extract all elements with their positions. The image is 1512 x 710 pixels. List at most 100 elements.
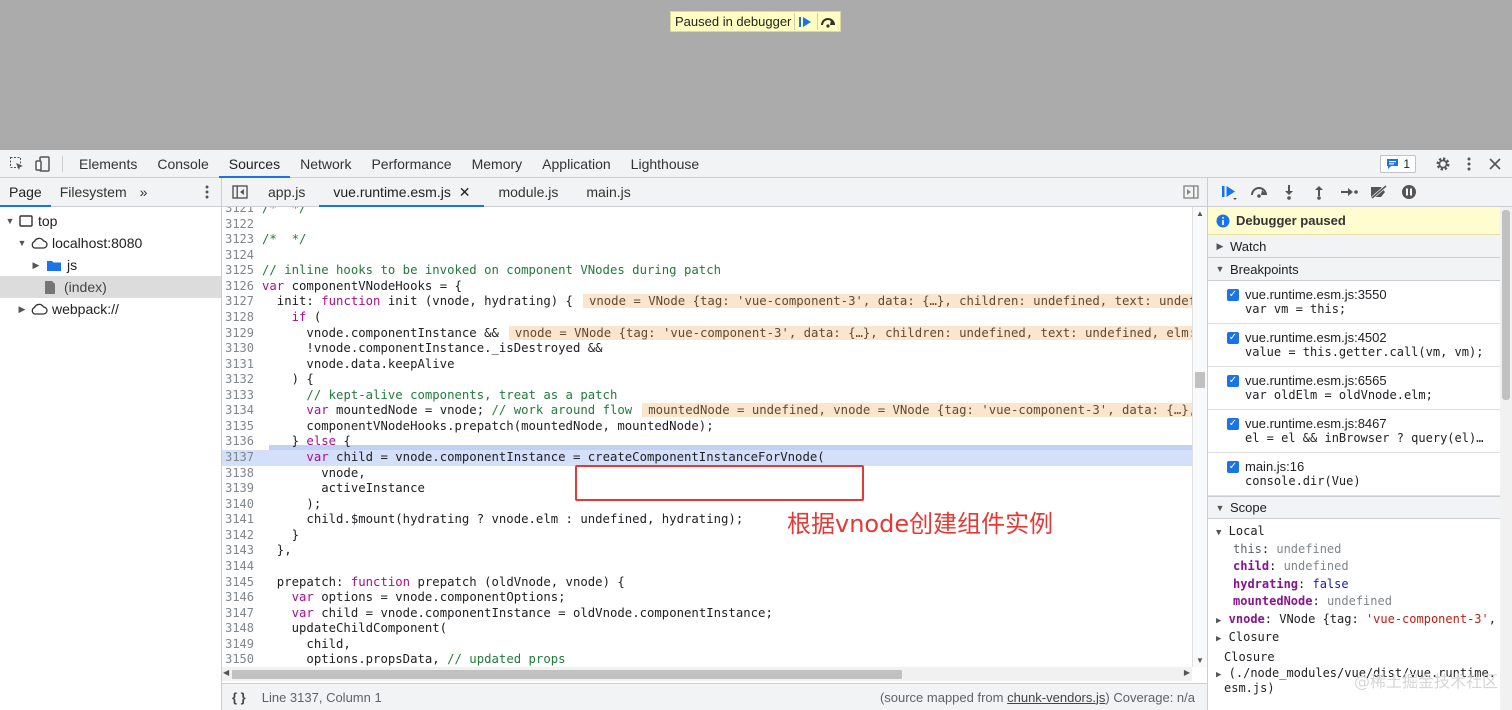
line-number[interactable]: 3142 (222, 528, 262, 544)
scope-closure[interactable]: ▶ Closure (1216, 629, 1512, 647)
step-over-icon[interactable] (1244, 178, 1274, 207)
scope-variable[interactable]: child: undefined (1216, 558, 1512, 576)
breakpoint-item[interactable]: ✓ vue.runtime.esm.js:4502 value = this.get… (1208, 324, 1512, 367)
issues-counter-button[interactable]: 1 (1380, 155, 1416, 173)
step-out-icon[interactable] (1304, 178, 1334, 207)
device-toolbar-icon[interactable] (30, 150, 56, 178)
line-number[interactable]: 3123 (222, 232, 262, 248)
line-number[interactable]: 3140 (222, 497, 262, 513)
scope-vnode[interactable]: ▶ vnode: VNode {tag: 'vue-component-3', (1216, 611, 1512, 629)
file-tab-main-js[interactable]: main.js (572, 178, 644, 207)
more-tabs-button[interactable]: » (136, 178, 152, 207)
scroll-thumb[interactable] (1195, 372, 1205, 388)
step-icon[interactable] (1334, 178, 1364, 207)
line-number[interactable]: 3145 (222, 575, 262, 591)
scope-closure-path[interactable]: Closure (1216, 649, 1512, 667)
tab-page[interactable]: Page (0, 178, 51, 207)
breakpoint-item[interactable]: ✓ vue.runtime.esm.js:8467 el = el && inBro… (1208, 410, 1512, 453)
line-number[interactable]: 3133 (222, 388, 262, 404)
tab-lighthouse[interactable]: Lighthouse (621, 150, 710, 178)
tab-filesystem[interactable]: Filesystem (51, 178, 136, 207)
scroll-down-icon[interactable]: ▼ (1196, 656, 1204, 665)
scope-variable[interactable]: this: undefined (1216, 541, 1512, 559)
line-number[interactable]: 3124 (222, 248, 262, 264)
tree-item-localhost[interactable]: ▼ localhost:8080 (0, 232, 221, 254)
toggle-debugger-icon[interactable] (1183, 185, 1199, 199)
more-options-icon[interactable] (1456, 150, 1482, 178)
tab-console[interactable]: Console (147, 150, 218, 178)
step-over-icon[interactable] (817, 13, 837, 30)
line-number[interactable]: 3125 (222, 263, 262, 279)
line-number[interactable]: 3135 (222, 419, 262, 435)
scroll-right-icon[interactable]: ▶ (1184, 668, 1190, 677)
line-number[interactable]: 3137 (222, 450, 262, 466)
scope-local[interactable]: ▼ Local (1216, 523, 1512, 541)
tree-item-top[interactable]: ▼ top (0, 210, 221, 232)
watch-section-header[interactable]: ▶ Watch (1208, 235, 1512, 258)
breakpoint-checkbox[interactable]: ✓ (1227, 332, 1239, 344)
scroll-thumb[interactable] (232, 670, 902, 679)
line-number[interactable]: 3139 (222, 481, 262, 497)
line-number[interactable]: 3143 (222, 543, 262, 559)
tab-network[interactable]: Network (290, 150, 361, 178)
tree-item-index[interactable]: (index) (0, 276, 221, 298)
line-number[interactable]: 3131 (222, 357, 262, 373)
breakpoint-checkbox[interactable]: ✓ (1227, 461, 1239, 473)
breakpoint-item[interactable]: ✓ main.js:16 console.dir(Vue) (1208, 453, 1512, 496)
line-number[interactable]: 3141 (222, 512, 262, 528)
breakpoint-item[interactable]: ✓ vue.runtime.esm.js:6565 var oldElm = old… (1208, 367, 1512, 410)
tree-item-js[interactable]: ▶ js (0, 254, 221, 276)
tab-application[interactable]: Application (532, 150, 621, 178)
line-number[interactable]: 3136 (222, 434, 262, 450)
code-area[interactable]: 3121/* */3122 3123/* */3124 3125// inline … (222, 207, 1192, 667)
tab-sources[interactable]: Sources (218, 150, 291, 178)
line-number[interactable]: 3129 (222, 326, 262, 342)
breakpoint-checkbox[interactable]: ✓ (1227, 289, 1239, 301)
line-number[interactable]: 3130 (222, 341, 262, 357)
line-number[interactable]: 3134 (222, 403, 262, 419)
file-tab-module-js[interactable]: module.js (484, 178, 572, 207)
breakpoint-checkbox[interactable]: ✓ (1227, 375, 1239, 387)
deactivate-breakpoints-icon[interactable] (1364, 178, 1394, 207)
inspect-element-icon[interactable] (4, 150, 30, 178)
line-number[interactable]: 3148 (222, 621, 262, 637)
scroll-left-icon[interactable]: ◀ (223, 668, 229, 677)
toggle-navigator-icon[interactable] (232, 185, 248, 199)
pause-on-exceptions-icon[interactable] (1394, 178, 1424, 207)
scroll-up-icon[interactable]: ▲ (1196, 209, 1204, 218)
breakpoints-section-header[interactable]: ▼ Breakpoints (1208, 258, 1512, 281)
editor-horizontal-scrollbar[interactable]: ◀ ▶ (222, 667, 1192, 681)
pretty-print-icon[interactable]: { } (232, 690, 246, 705)
line-number[interactable]: 3128 (222, 310, 262, 326)
sidebar-scrollbar[interactable] (1500, 207, 1512, 710)
source-map-link[interactable]: chunk-vendors.js (1007, 690, 1105, 705)
line-number[interactable]: 3126 (222, 279, 262, 295)
file-tab-vue-runtime[interactable]: vue.runtime.esm.js ✕ (319, 178, 485, 207)
gear-icon[interactable] (1430, 150, 1456, 178)
editor-vertical-scrollbar[interactable]: ▲ ▼ (1192, 207, 1207, 667)
navigator-menu-icon[interactable] (205, 185, 209, 202)
scope-variable[interactable]: mountedNode: undefined (1216, 593, 1512, 611)
scope-section-header[interactable]: ▼ Scope (1208, 496, 1512, 519)
line-number[interactable]: 3149 (222, 637, 262, 653)
tab-memory[interactable]: Memory (462, 150, 533, 178)
line-number[interactable]: 3144 (222, 559, 262, 575)
line-number[interactable]: 3122 (222, 217, 262, 233)
close-tab-icon[interactable]: ✕ (459, 184, 471, 200)
line-number[interactable]: 3121 (222, 207, 262, 217)
scroll-thumb[interactable] (1502, 210, 1510, 400)
close-icon[interactable] (1482, 150, 1508, 178)
step-into-icon[interactable] (1274, 178, 1304, 207)
line-number[interactable]: 3150 (222, 652, 262, 667)
tree-item-webpack[interactable]: ▶ webpack:// (0, 298, 221, 320)
line-number[interactable]: 3127 (222, 294, 262, 310)
line-number[interactable]: 3138 (222, 466, 262, 482)
resume-icon[interactable] (1214, 178, 1244, 207)
breakpoint-item[interactable]: ✓ vue.runtime.esm.js:3550 var vm = this; (1208, 281, 1512, 324)
tab-performance[interactable]: Performance (361, 150, 461, 178)
line-number[interactable]: 3146 (222, 590, 262, 606)
line-number[interactable]: 3132 (222, 372, 262, 388)
tab-elements[interactable]: Elements (69, 150, 147, 178)
breakpoint-checkbox[interactable]: ✓ (1227, 418, 1239, 430)
resume-icon[interactable] (794, 13, 814, 30)
